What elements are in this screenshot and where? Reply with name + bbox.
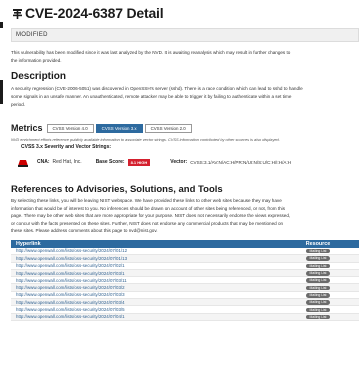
notice-line: the information provided.	[11, 58, 62, 63]
disclaimer-line: By selecting these links, you will be le…	[11, 198, 282, 203]
reference-link[interactable]: http://www.openwall.com/lists/oss-securi…	[11, 283, 277, 292]
cna-label: CNA:	[37, 159, 50, 165]
references-disclaimer: By selecting these links, you will be le…	[11, 197, 359, 235]
tab-cvss-4[interactable]: CVSS Version 4.0	[46, 123, 94, 133]
title-row: CVE-2024-6387 Detail	[11, 4, 359, 22]
reference-link[interactable]: http://www.openwall.com/lists/oss-securi…	[11, 313, 277, 321]
tab-cvss-2[interactable]: CVSS Version 2.0	[144, 123, 192, 133]
page-title: CVE-2024-6387 Detail	[25, 5, 164, 21]
table-row: http://www.openwall.com/lists/oss-securi…	[11, 305, 359, 314]
resource-badge: Mailing List	[305, 256, 331, 262]
notice-line: This vulnerability has been modified sin…	[11, 50, 291, 55]
references-table-body: http://www.openwall.com/lists/oss-securi…	[11, 247, 359, 321]
red-hat-logo-icon	[17, 156, 29, 169]
table-row: http://www.openwall.com/lists/oss-securi…	[11, 313, 359, 321]
resource-badge: Mailing List	[305, 300, 331, 305]
table-row: http://www.openwall.com/lists/oss-securi…	[11, 269, 359, 278]
reference-link[interactable]: http://www.openwall.com/lists/oss-securi…	[11, 262, 277, 270]
cvss-subheading: CVSS 3.x Severity and Vector Strings:	[21, 144, 112, 150]
reanalysis-notice: This vulnerability has been modified sin…	[11, 49, 359, 65]
resource-badge: Mailing List	[305, 271, 331, 276]
resource-cell: Mailing List	[277, 262, 359, 270]
cve-detail-page: CVE-2024-6387 Detail MODIFIED This vulne…	[11, 4, 359, 381]
column-header-hyperlink: Hyperlink	[11, 239, 277, 248]
description-text: A security regression (CVE-2006-5051) wa…	[11, 85, 359, 109]
resource-cell: Mailing List	[277, 269, 359, 278]
description-line: period.	[11, 102, 26, 107]
table-row: http://www.openwall.com/lists/oss-securi…	[11, 283, 359, 292]
resource-cell: Mailing List	[277, 276, 359, 285]
reference-link[interactable]: http://www.openwall.com/lists/oss-securi…	[11, 276, 277, 285]
resource-cell: Mailing List	[277, 298, 359, 307]
resource-cell: Mailing List	[277, 313, 359, 321]
table-header-row: Hyperlink Resource	[11, 239, 359, 248]
edge-mark	[0, 80, 3, 104]
metrics-heading: Metrics	[11, 123, 43, 133]
table-row: http://www.openwall.com/lists/oss-securi…	[11, 291, 359, 300]
edge-mark	[0, 22, 3, 28]
disclaimer-line: or concur with the facts presented on th…	[11, 220, 284, 226]
resource-cell: Mailing List	[277, 291, 359, 300]
resource-cell: Mailing List	[277, 247, 359, 256]
reference-link[interactable]: http://www.openwall.com/lists/oss-securi…	[11, 291, 277, 300]
table-row: http://www.openwall.com/lists/oss-securi…	[11, 247, 359, 256]
resource-badge: Mailing List	[305, 307, 331, 313]
resource-badge: Mailing List	[305, 278, 331, 283]
references-table: Hyperlink Resource http://www.openwall.c…	[11, 239, 359, 321]
references-heading: References to Advisories, Solutions, and…	[11, 184, 223, 195]
resource-cell: Mailing List	[277, 305, 359, 314]
description-line: A security regression (CVE-2006-5051) wa…	[11, 86, 303, 91]
cna-value: Red Hat, Inc.	[52, 159, 82, 165]
reference-link[interactable]: http://www.openwall.com/lists/oss-securi…	[11, 305, 277, 314]
resource-cell: Mailing List	[277, 283, 359, 292]
vector-string: CVSS:3.1/AV:N/AC:H/PR:N/UI:N/S:U/C:H/I:H…	[190, 159, 292, 165]
resource-badge: Mailing List	[305, 285, 331, 291]
description-line: some signals in an unsafe manner. An una…	[11, 94, 292, 99]
nvd-enrichment-note: NVD enrichment efforts reference publicl…	[11, 137, 280, 142]
table-row: http://www.openwall.com/lists/oss-securi…	[11, 262, 359, 270]
cna-score-row: CNA: Red Hat, Inc. Base Score: 8.1 HIGH …	[17, 155, 359, 169]
vector-label: Vector:	[170, 159, 188, 165]
adjacent-window-edge	[0, 0, 10, 381]
reference-link[interactable]: http://www.openwall.com/lists/oss-securi…	[11, 269, 277, 278]
tab-cvss-3[interactable]: CVSS Version 3.x	[95, 123, 143, 133]
base-score-label: Base Score:	[95, 159, 125, 165]
status-badge: MODIFIED	[11, 28, 359, 42]
reference-link[interactable]: http://www.openwall.com/lists/oss-securi…	[11, 247, 277, 256]
resource-badge: Mailing List	[305, 248, 331, 254]
base-score-badge[interactable]: 8.1 HIGH	[127, 158, 151, 166]
table-row: http://www.openwall.com/lists/oss-securi…	[11, 276, 359, 285]
reference-link[interactable]: http://www.openwall.com/lists/oss-securi…	[11, 298, 277, 307]
table-row: http://www.openwall.com/lists/oss-securi…	[11, 298, 359, 307]
disclaimer-line: page. There may be other web sites that …	[11, 213, 291, 218]
status-text: MODIFIED	[16, 32, 48, 38]
resource-cell: Mailing List	[277, 254, 359, 263]
description-heading: Description	[11, 71, 67, 82]
reference-link[interactable]: http://www.openwall.com/lists/oss-securi…	[11, 254, 277, 263]
nvd-logo-icon	[11, 7, 23, 19]
metrics-header: Metrics CVSS Version 4.0 CVSS Version 3.…	[11, 122, 359, 134]
table-row: http://www.openwall.com/lists/oss-securi…	[11, 254, 359, 263]
column-header-resource: Resource	[277, 239, 359, 248]
resource-badge: Mailing List	[305, 314, 331, 320]
disclaimer-line: information that would be of interest to…	[11, 205, 285, 211]
disclaimer-line: these sites. Please address comments abo…	[11, 228, 158, 233]
resource-badge: Mailing List	[305, 263, 331, 269]
resource-badge: Mailing List	[305, 292, 331, 298]
